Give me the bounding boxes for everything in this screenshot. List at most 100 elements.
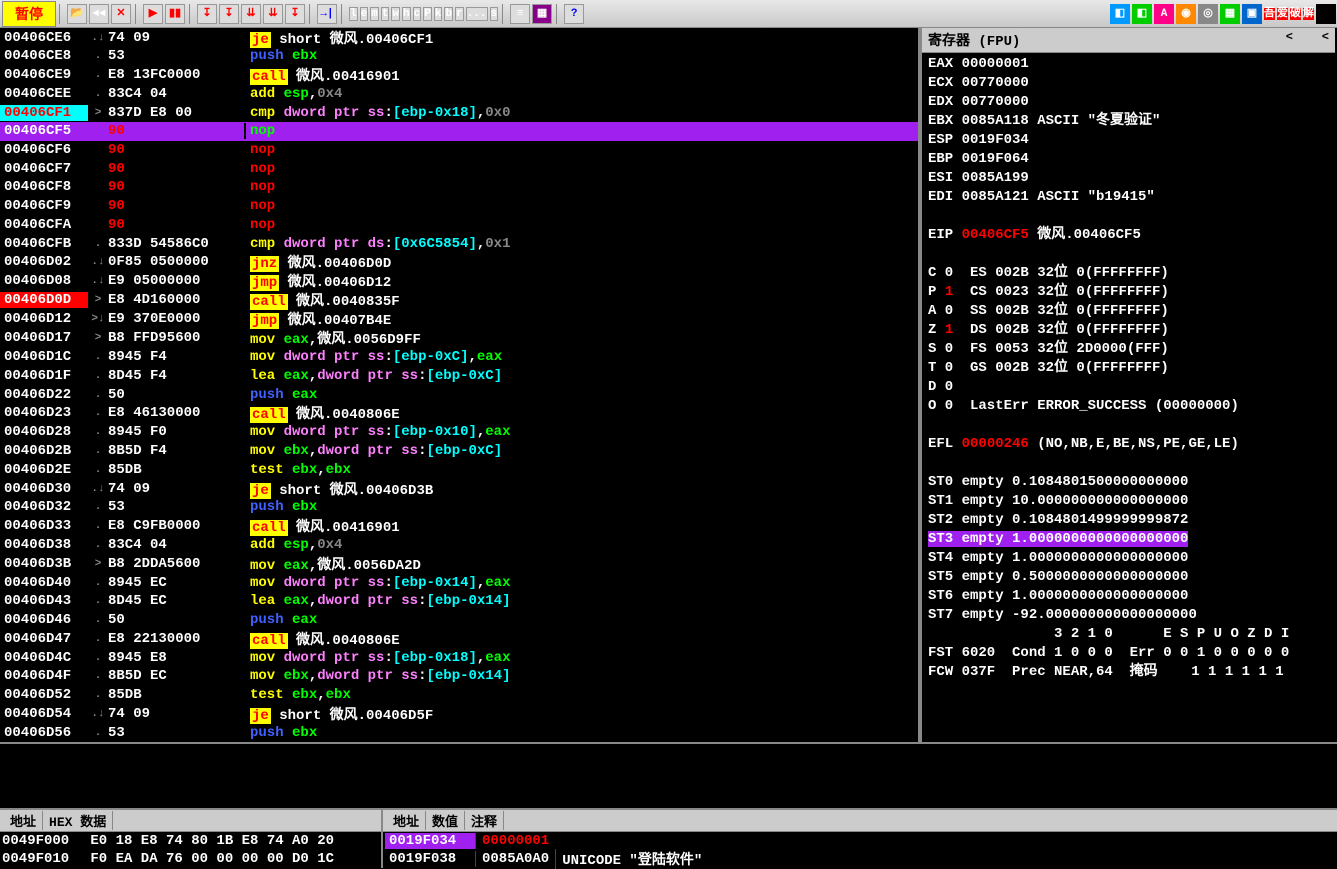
disasm-row[interactable]: 00406D12>↓E9 370E0000jmp 微风.00407B4E xyxy=(0,310,918,329)
list-icon[interactable]: ≡ xyxy=(510,4,530,24)
register-line[interactable]: P 1 CS 0023 32位 0(FFFFFFFF) xyxy=(928,283,1329,302)
badge-icon[interactable]: ◎ xyxy=(1198,4,1218,24)
disasm-row[interactable]: 00406CE9.E8 13FC0000call 微风.00416901 xyxy=(0,66,918,85)
disasm-row[interactable]: 00406CE6.↓74 09je short 微风.00406CF1 xyxy=(0,28,918,47)
step-over-icon[interactable]: ↧ xyxy=(219,4,239,24)
disasm-row[interactable]: 00406CEE.83C4 04add esp,0x4 xyxy=(0,85,918,104)
register-line[interactable]: ST7 empty -92.000000000000000000 xyxy=(928,606,1329,625)
disasm-row[interactable]: 00406D28.8945 F0mov dword ptr ss:[ebp-0x… xyxy=(0,423,918,442)
disasm-row[interactable]: 00406CF590nop xyxy=(0,122,918,141)
disassembly-panel[interactable]: 00406CE6.↓74 09je short 微风.00406CF100406… xyxy=(0,28,920,742)
register-line[interactable]: ST4 empty 1.0000000000000000000 xyxy=(928,549,1329,568)
letter-...-button[interactable]: ... xyxy=(466,7,488,21)
badge-icon[interactable]: ◧ xyxy=(1110,4,1130,24)
execute-till-icon[interactable]: ↧ xyxy=(285,4,305,24)
register-line[interactable]: O 0 LastErr ERROR_SUCCESS (00000000) xyxy=(928,397,1329,416)
pause-icon[interactable]: ▮▮ xyxy=(165,4,185,24)
trace-into-icon[interactable]: ⇊ xyxy=(241,4,261,24)
rewind-icon[interactable]: ◄◄ xyxy=(89,4,109,24)
letter-k-button[interactable]: k xyxy=(434,7,443,21)
badge-icon[interactable]: ▦ xyxy=(1220,4,1240,24)
register-line[interactable] xyxy=(928,245,1329,264)
cn-badge[interactable]: 吾 xyxy=(1264,8,1275,20)
badge-icon[interactable]: ◧ xyxy=(1132,4,1152,24)
letter-t-button[interactable]: t xyxy=(381,7,390,21)
cn-badge[interactable]: 解 xyxy=(1303,8,1314,20)
disasm-row[interactable]: 00406CF790nop xyxy=(0,159,918,178)
register-line[interactable]: 3 2 1 0 E S P U O Z D I xyxy=(928,625,1329,644)
disasm-row[interactable]: 00406D23.E8 46130000call 微风.0040806E xyxy=(0,404,918,423)
disasm-row[interactable]: 00406CFB.833D 54586C0cmp dword ptr ds:[0… xyxy=(0,234,918,253)
open-icon[interactable]: 📂 xyxy=(67,4,87,24)
disasm-row[interactable]: 00406D52.85DBtest ebx,ebx xyxy=(0,686,918,705)
disasm-row[interactable]: 00406D1F.8D45 F4lea eax,dword ptr ss:[eb… xyxy=(0,367,918,386)
disasm-row[interactable]: 00406D22.50push eax xyxy=(0,385,918,404)
disasm-row[interactable]: 00406D32.53push ebx xyxy=(0,498,918,517)
chevron-left-icon[interactable]: < xyxy=(1322,30,1329,44)
stack-row[interactable]: 0019F0380085A0A0UNICODE "登陆软件" xyxy=(383,850,1337,868)
letter-h-button[interactable]: h xyxy=(402,7,411,21)
disasm-row[interactable]: 00406D54.↓74 09je short 微风.00406D5F xyxy=(0,705,918,724)
goto-icon[interactable]: →| xyxy=(317,4,337,24)
grid-icon[interactable]: ▦ xyxy=(532,4,552,24)
stack-row[interactable]: 0019F03400000001 xyxy=(383,832,1337,850)
disasm-row[interactable]: 00406D4C.8945 E8mov dword ptr ss:[ebp-0x… xyxy=(0,648,918,667)
disasm-row[interactable]: 00406D43.8D45 EClea eax,dword ptr ss:[eb… xyxy=(0,592,918,611)
badge-icon[interactable]: ▣ xyxy=(1242,4,1262,24)
letter-c-button[interactable]: c xyxy=(413,7,422,21)
disasm-row[interactable]: 00406D47.E8 22130000call 微风.0040806E xyxy=(0,629,918,648)
register-line[interactable]: ST5 empty 0.5000000000000000000 xyxy=(928,568,1329,587)
badge-a-icon[interactable]: A xyxy=(1154,4,1174,24)
register-line[interactable] xyxy=(928,416,1329,435)
letter-b-button[interactable]: b xyxy=(444,7,453,21)
letter-e-button[interactable]: e xyxy=(360,7,369,21)
register-line[interactable]: EBX 0085A118 ASCII "冬夏验证" xyxy=(928,112,1329,131)
register-line[interactable]: ST1 empty 10.000000000000000000 xyxy=(928,492,1329,511)
register-line[interactable]: D 0 xyxy=(928,378,1329,397)
register-line[interactable]: EIP 00406CF5 微风.00406CF5 xyxy=(928,226,1329,245)
disasm-row[interactable]: 00406CFA90nop xyxy=(0,216,918,235)
register-line[interactable] xyxy=(928,207,1329,226)
register-line[interactable]: Z 1 DS 002B 32位 0(FFFFFFFF) xyxy=(928,321,1329,340)
play-icon[interactable]: ▶ xyxy=(143,4,163,24)
chevron-left-icon[interactable]: < xyxy=(1286,30,1293,44)
register-line[interactable]: ST3 empty 1.0000000000000000000 xyxy=(928,530,1329,549)
disasm-row[interactable]: 00406D02.↓0F85 0500000jnz 微风.00406D0D xyxy=(0,253,918,272)
register-line[interactable]: ST0 empty 0.1084801500000000000 xyxy=(928,473,1329,492)
disasm-row[interactable]: 00406D4F.8B5D ECmov ebx,dword ptr ss:[eb… xyxy=(0,667,918,686)
disasm-row[interactable]: 00406CE8.53push ebx xyxy=(0,47,918,66)
letter-s-button[interactable]: s xyxy=(490,7,499,21)
help-icon[interactable]: ? xyxy=(564,4,584,24)
cn-badge[interactable]: 爱 xyxy=(1277,8,1288,20)
badge-icon[interactable]: ◉ xyxy=(1176,4,1196,24)
register-line[interactable]: EBP 0019F064 xyxy=(928,150,1329,169)
disasm-row[interactable]: 00406D38.83C4 04add esp,0x4 xyxy=(0,536,918,555)
registers-panel[interactable]: 寄存器 (FPU) < < EAX 00000001ECX 00770000ED… xyxy=(920,28,1335,742)
close-icon[interactable]: ✕ xyxy=(111,4,131,24)
letter-P-button[interactable]: P xyxy=(423,7,432,21)
register-line[interactable]: ST2 empty 0.1084801499999999872 xyxy=(928,511,1329,530)
register-line[interactable]: EAX 00000001 xyxy=(928,55,1329,74)
disasm-row[interactable]: 00406CF1>837D E8 00cmp dword ptr ss:[ebp… xyxy=(0,103,918,122)
disasm-row[interactable]: 00406D2E.85DBtest ebx,ebx xyxy=(0,460,918,479)
trace-over-icon[interactable]: ⇊ xyxy=(263,4,283,24)
hex-row[interactable]: 0049F000 E0 18 E8 74 80 1B E8 74 A0 20 xyxy=(0,832,381,850)
register-line[interactable] xyxy=(928,454,1329,473)
register-line[interactable]: ST6 empty 1.0000000000000000000 xyxy=(928,587,1329,606)
disasm-row[interactable]: 00406CF690nop xyxy=(0,141,918,160)
register-line[interactable]: EDI 0085A121 ASCII "b19415" xyxy=(928,188,1329,207)
disasm-row[interactable]: 00406D08.↓E9 05000000jmp 微风.00406D12 xyxy=(0,272,918,291)
register-line[interactable]: FST 6020 Cond 1 0 0 0 Err 0 0 1 0 0 0 0 … xyxy=(928,644,1329,663)
register-line[interactable]: ESI 0085A199 xyxy=(928,169,1329,188)
disasm-row[interactable]: 00406D17>B8 FFD95600mov eax,微风.0056D9FF xyxy=(0,329,918,348)
disasm-row[interactable]: 00406D33.E8 C9FB0000call 微风.00416901 xyxy=(0,517,918,536)
hex-dump-panel[interactable]: 地址HEX 数据 0049F000 E0 18 E8 74 80 1B E8 7… xyxy=(0,810,383,868)
disasm-row[interactable]: 00406D0D>E8 4D160000call 微风.0040835F xyxy=(0,291,918,310)
register-line[interactable]: EDX 00770000 xyxy=(928,93,1329,112)
register-line[interactable]: ECX 00770000 xyxy=(928,74,1329,93)
disasm-row[interactable]: 00406D1C.8945 F4mov dword ptr ss:[ebp-0x… xyxy=(0,348,918,367)
register-line[interactable]: A 0 SS 002B 32位 0(FFFFFFFF) xyxy=(928,302,1329,321)
register-line[interactable]: S 0 FS 0053 32位 2D0000(FFF) xyxy=(928,340,1329,359)
letter-w-button[interactable]: w xyxy=(391,7,400,21)
register-line[interactable]: T 0 GS 002B 32位 0(FFFFFFFF) xyxy=(928,359,1329,378)
